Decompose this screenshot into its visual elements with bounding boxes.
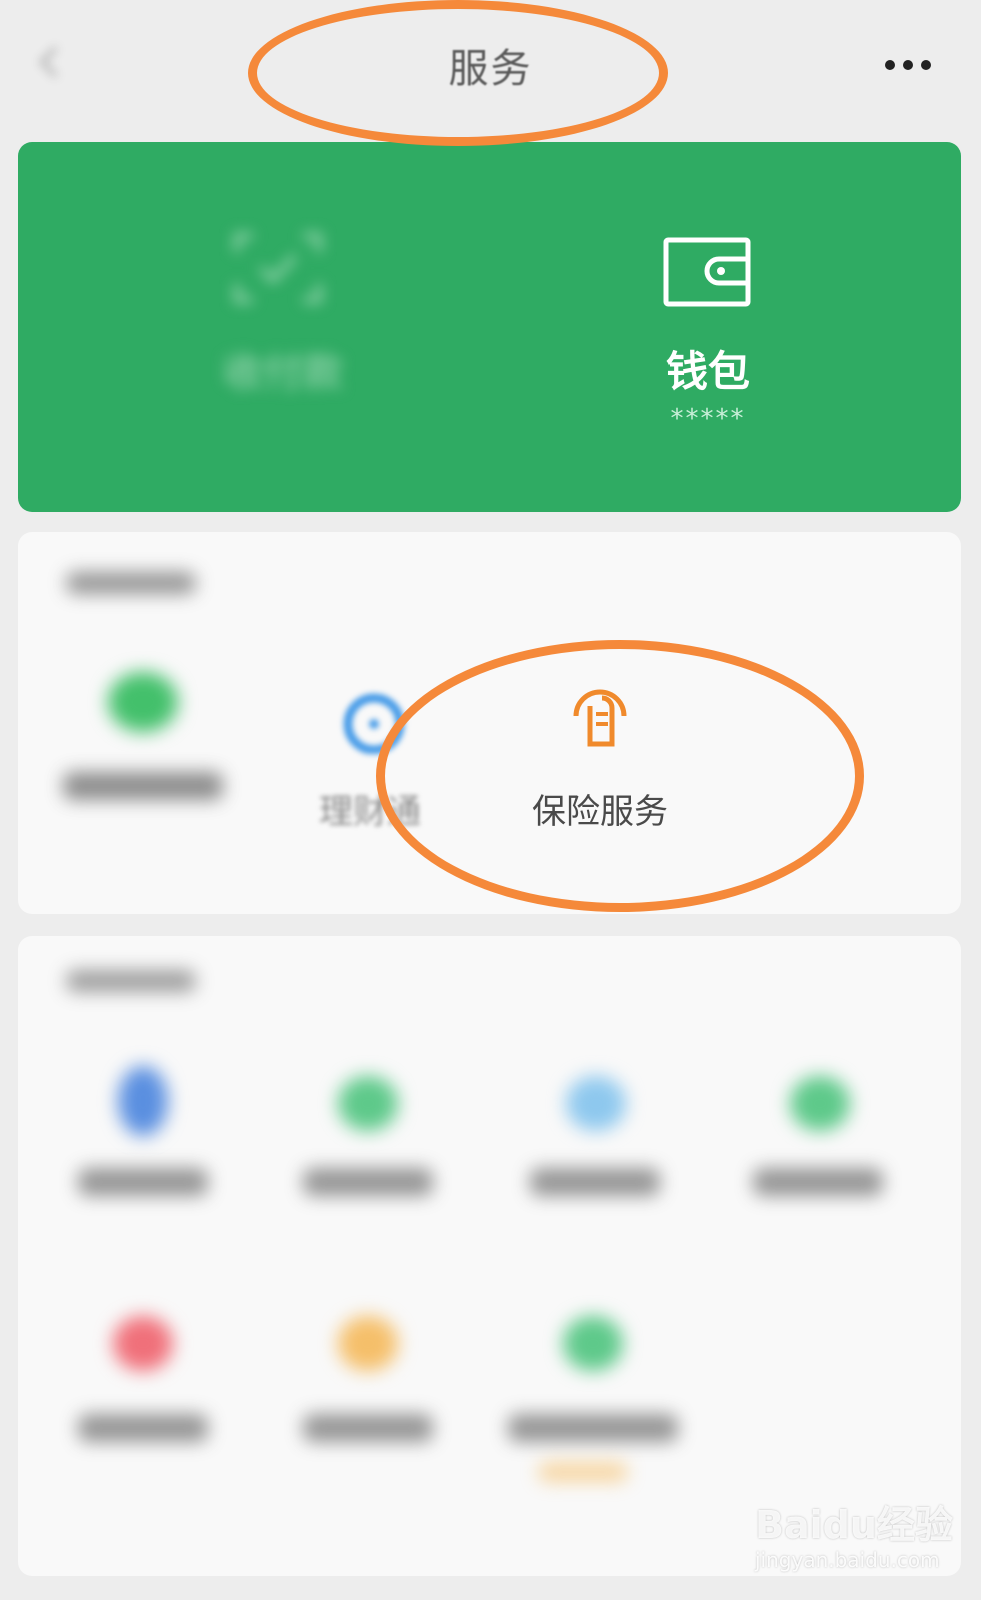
service-icon-blurred[interactable]: [563, 1316, 623, 1371]
service-label-blurred: [303, 1414, 433, 1442]
more-options-icon[interactable]: [885, 50, 935, 80]
watermark-logo: Baidu经验: [755, 1503, 953, 1547]
service-label-blurred: [753, 1168, 883, 1196]
pay-section[interactable]: 收付款: [18, 142, 578, 512]
service-label-blurred: [508, 1414, 678, 1442]
service-label-blurred: [63, 772, 223, 800]
watermark-url: jingyan.baidu.com: [755, 1548, 940, 1572]
wallet-banner: 收付款 钱包 *****: [18, 142, 961, 512]
service-tag-blurred: [538, 1462, 628, 1482]
service-icon-blurred[interactable]: [338, 1316, 398, 1371]
service-label-blurred: [303, 1168, 433, 1196]
service-label-blurred: [78, 1168, 208, 1196]
section-heading-blurred: [66, 970, 196, 992]
service-icon-blurred[interactable]: [108, 672, 178, 732]
baidu-jingyan-watermark: Baidu经验 jingyan.baidu.com: [755, 1480, 955, 1590]
service-icon-blurred[interactable]: [566, 1076, 626, 1131]
wallet-icon[interactable]: [663, 237, 751, 307]
service-icon-blurred[interactable]: [338, 1076, 398, 1131]
service-icon-blurred[interactable]: [113, 1316, 173, 1371]
service-label-blurred: [78, 1414, 208, 1442]
service-icon-blurred[interactable]: [118, 1066, 168, 1136]
section-heading-blurred: [66, 572, 196, 594]
pay-label: 收付款: [223, 350, 343, 396]
service-label-blurred: [530, 1168, 660, 1196]
annotation-circle-insurance: [376, 640, 864, 912]
annotation-circle-title: [248, 0, 668, 146]
wallet-label[interactable]: 钱包: [608, 338, 808, 399]
scan-pay-icon: [233, 232, 323, 304]
service-icon-blurred[interactable]: [790, 1076, 850, 1131]
wallet-balance: *****: [670, 404, 746, 434]
